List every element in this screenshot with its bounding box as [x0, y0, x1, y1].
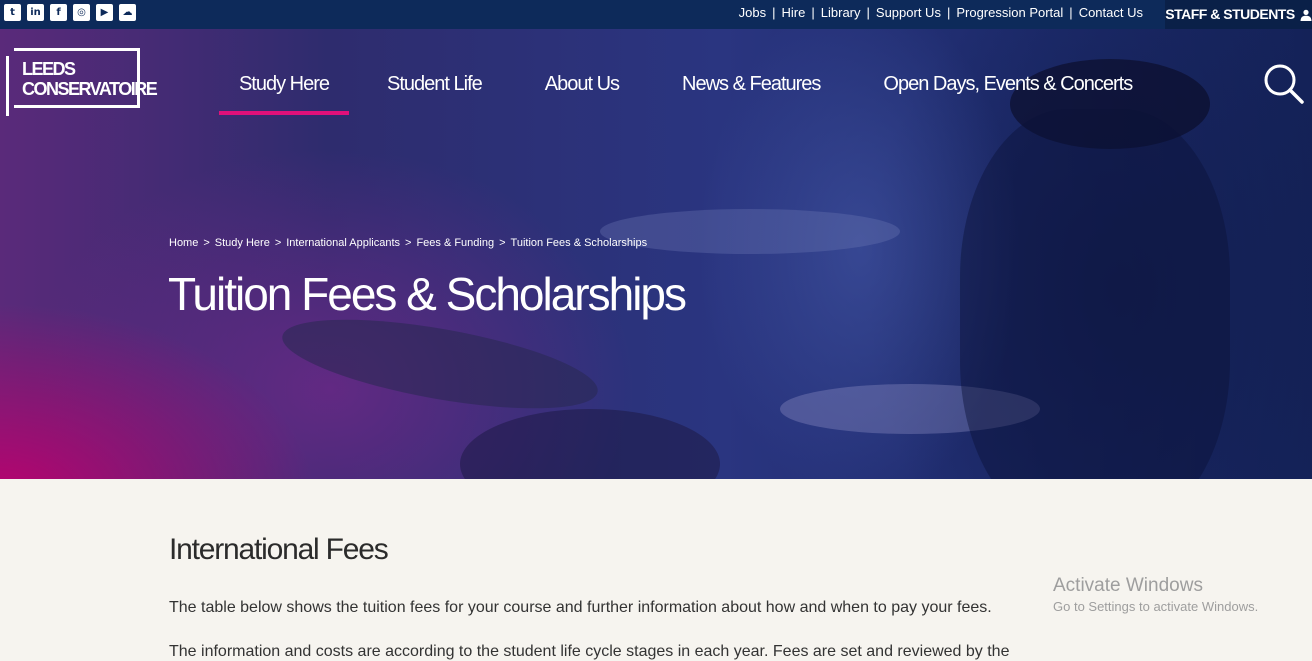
staff-students-label: STAFF & STUDENTS — [1165, 6, 1295, 22]
search-icon[interactable] — [1264, 64, 1304, 104]
nav-student-life[interactable]: Student Life — [387, 29, 483, 115]
utility-link-library[interactable]: Library — [821, 5, 861, 21]
hero-banner: LEEDS CONSERVATOIRE Study Here Student L… — [0, 29, 1312, 479]
breadcrumb: Home > Study Here > International Applic… — [169, 237, 647, 249]
utility-separator: | — [866, 5, 870, 20]
instagram-icon[interactable]: ◎ — [73, 4, 90, 21]
leeds-conservatoire-logo[interactable]: LEEDS CONSERVATOIRE — [6, 48, 158, 116]
activate-windows-title: Activate Windows — [1053, 575, 1203, 596]
utility-link-contact-us[interactable]: Contact Us — [1079, 5, 1143, 21]
utility-separator: | — [946, 5, 951, 20]
breadcrumb-current: Tuition Fees & Scholarships — [510, 237, 648, 249]
nav-about-us[interactable]: About Us — [545, 29, 620, 115]
main-nav: Study Here Student Life About Us News & … — [219, 29, 1133, 115]
twitter-icon[interactable]: t — [4, 4, 21, 21]
breadcrumb-separator: > — [274, 237, 282, 249]
utility-separator: | — [811, 5, 815, 20]
logo-text-line1: LEEDS — [22, 59, 76, 79]
activate-windows-watermark: Activate Windows Go to Settings to activ… — [1053, 575, 1258, 614]
breadcrumb-fees-funding[interactable]: Fees & Funding — [416, 237, 494, 249]
user-icon — [1300, 9, 1312, 21]
hero-background-shape — [460, 409, 720, 479]
youtube-icon[interactable]: ▶ — [96, 4, 113, 21]
soundcloud-icon[interactable]: ☁ — [119, 4, 136, 21]
utility-link-hire[interactable]: Hire — [782, 5, 806, 21]
staff-students-button[interactable]: STAFF & STUDENTS — [1165, 0, 1312, 29]
nav-news-features[interactable]: News & Features — [682, 29, 821, 115]
utility-link-support-us[interactable]: Support Us — [876, 5, 941, 21]
nav-study-here[interactable]: Study Here — [219, 29, 349, 115]
breadcrumb-separator: > — [499, 237, 506, 249]
utility-separator: | — [1069, 5, 1073, 20]
utility-link-jobs[interactable]: Jobs — [739, 5, 766, 21]
linkedin-icon[interactable]: in — [27, 4, 44, 21]
utility-nav: Jobs | Hire | Library | Support Us | Pro… — [739, 5, 1143, 21]
nav-open-days-events-concerts[interactable]: Open Days, Events & Concerts — [883, 29, 1133, 115]
breadcrumb-study-here[interactable]: Study Here — [215, 237, 270, 249]
intro-paragraph: The table below shows the tuition fees f… — [169, 599, 992, 616]
page-title: Tuition Fees & Scholarships — [168, 268, 687, 320]
secondary-paragraph: The information and costs are according … — [169, 643, 1010, 660]
social-links: t in f ◎ ▶ ☁ — [4, 4, 136, 21]
breadcrumb-international-applicants[interactable]: International Applicants — [286, 237, 400, 249]
utility-separator: | — [772, 5, 776, 20]
activate-windows-subtitle: Go to Settings to activate Windows. — [1053, 599, 1259, 614]
logo-bar — [6, 56, 9, 116]
facebook-icon[interactable]: f — [50, 4, 67, 21]
breadcrumb-separator: > — [203, 237, 210, 249]
breadcrumb-home[interactable]: Home — [169, 237, 198, 249]
top-utility-bar: t in f ◎ ▶ ☁ Jobs | Hire | Library | Sup… — [0, 0, 1312, 29]
utility-link-progression-portal[interactable]: Progression Portal — [956, 5, 1063, 21]
section-heading: International Fees — [169, 533, 389, 566]
logo-text-line2: CONSERVATOIRE — [22, 79, 158, 99]
hero-background-shape — [960, 109, 1230, 479]
breadcrumb-separator: > — [405, 237, 412, 249]
